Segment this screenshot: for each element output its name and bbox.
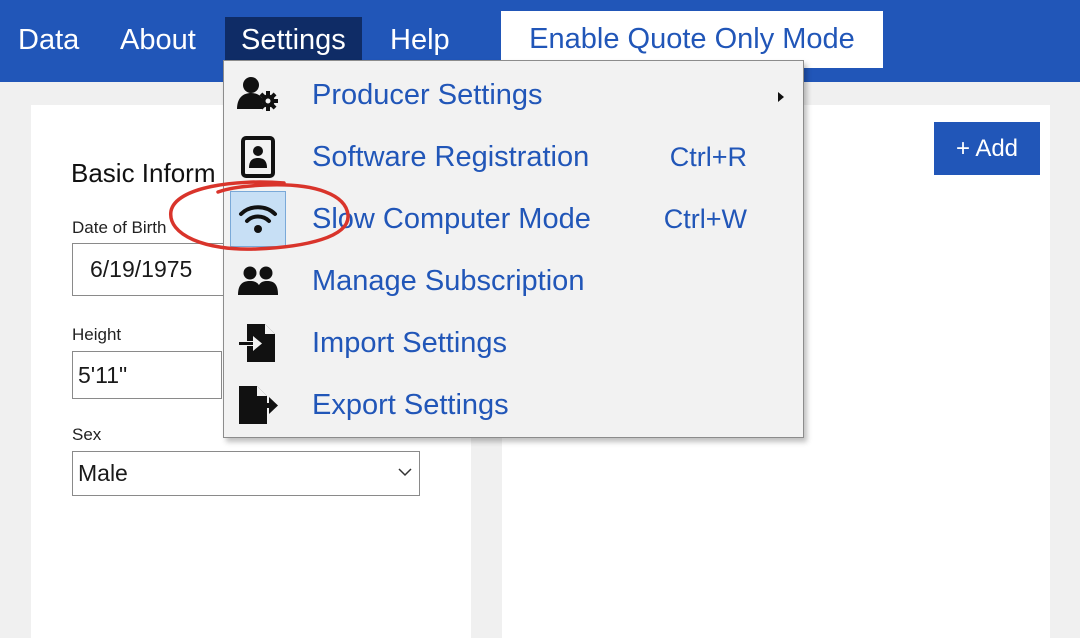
- menu-data[interactable]: Data: [2, 17, 95, 63]
- menu-item-label: Producer Settings: [312, 79, 543, 111]
- menu-item-slow-computer-mode[interactable]: Slow Computer Mode Ctrl+W: [224, 188, 803, 250]
- id-badge-icon: [230, 129, 286, 185]
- submenu-arrow-icon: [778, 92, 784, 102]
- menu-item-manage-subscription[interactable]: Manage Subscription: [224, 250, 803, 312]
- menu-item-shortcut: Ctrl+R: [669, 142, 747, 172]
- sex-select-value: Male: [78, 460, 128, 486]
- menu-about[interactable]: About: [104, 17, 212, 63]
- file-export-icon: [230, 377, 286, 433]
- menu-item-import-settings[interactable]: Import Settings: [224, 312, 803, 374]
- menu-settings[interactable]: Settings: [225, 17, 362, 63]
- menu-item-producer-settings[interactable]: Producer Settings: [224, 64, 803, 126]
- section-title: Basic Inform: [71, 158, 216, 188]
- height-field[interactable]: 5'11": [72, 351, 222, 399]
- menu-item-software-registration[interactable]: Software Registration Ctrl+R: [224, 126, 803, 188]
- sex-label: Sex: [72, 425, 102, 444]
- add-button[interactable]: + Add: [934, 122, 1040, 175]
- wifi-icon: [230, 191, 286, 247]
- sex-select[interactable]: Male: [72, 451, 420, 496]
- menu-item-label: Software Registration: [312, 141, 590, 173]
- menu-item-label: Import Settings: [312, 327, 508, 359]
- file-import-icon: [230, 315, 286, 371]
- height-label: Height: [72, 325, 122, 344]
- menu-help[interactable]: Help: [374, 17, 466, 63]
- menu-item-label: Manage Subscription: [312, 265, 585, 297]
- chevron-down-icon: [398, 468, 412, 477]
- menu-item-export-settings[interactable]: Export Settings: [224, 374, 803, 436]
- settings-dropdown-menu: Producer Settings Software Registration …: [223, 60, 804, 438]
- menu-item-label: Export Settings: [312, 389, 509, 421]
- menu-item-label: Slow Computer Mode: [312, 203, 591, 235]
- users-icon: [230, 253, 286, 309]
- user-gear-icon: [230, 67, 286, 123]
- dob-label: Date of Birth: [72, 218, 167, 237]
- menu-item-shortcut: Ctrl+W: [663, 204, 747, 234]
